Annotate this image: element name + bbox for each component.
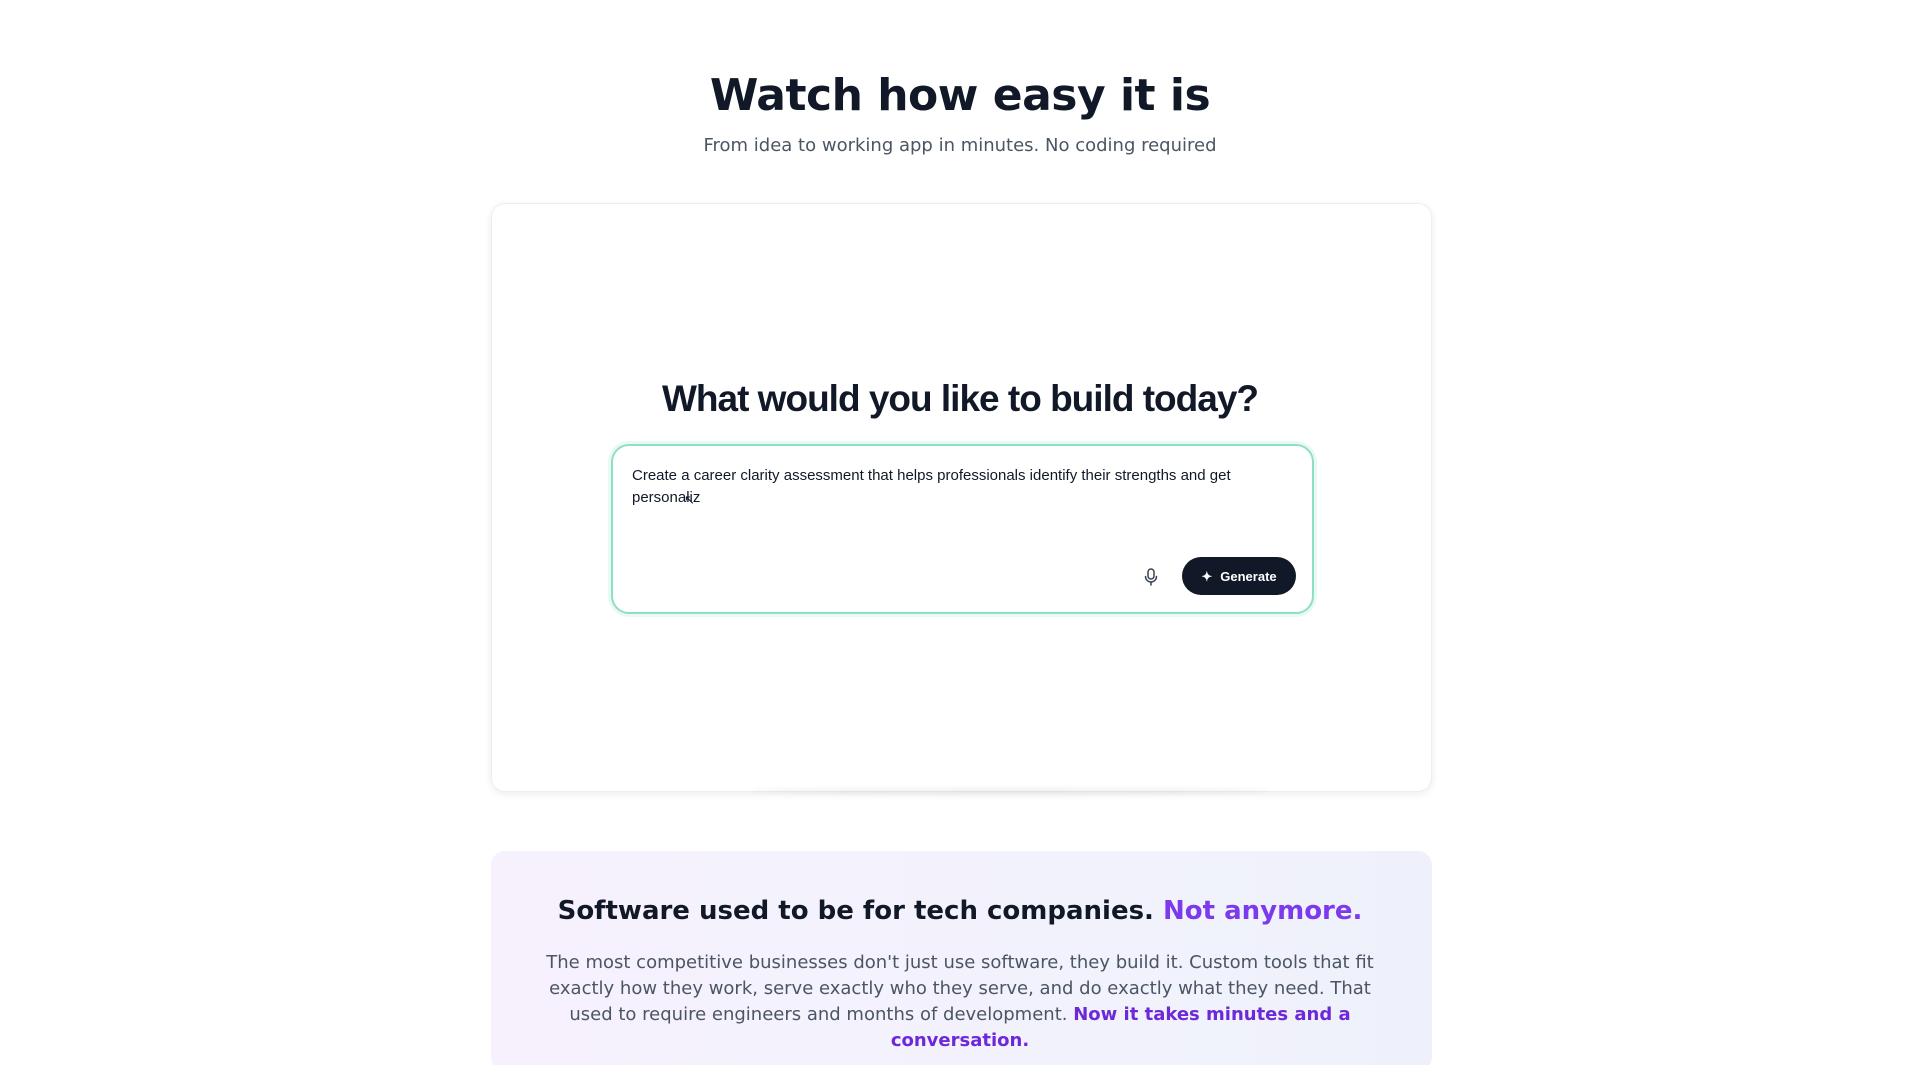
mission-body: The most competitive businesses don't ju… <box>530 950 1390 1054</box>
mission-title-main: Software used to be for tech companies. <box>557 896 1154 926</box>
section-subtitle: From idea to working app in minutes. No … <box>703 135 1217 156</box>
mouse-cursor-icon: ↖ <box>684 492 695 507</box>
build-heading: What would you like to build today? <box>661 378 1259 419</box>
generate-button[interactable]: ✦ Generate <box>1182 557 1296 595</box>
prompt-textarea[interactable]: Create a career clarity assessment that … <box>632 465 1272 509</box>
microphone-button[interactable] <box>1141 565 1161 589</box>
mission-title-accent: Not anymore. <box>1163 896 1363 926</box>
microphone-icon <box>1144 568 1158 586</box>
prompt-input-box[interactable]: Create a career clarity assessment that … <box>611 444 1314 614</box>
sparkle-icon: ✦ <box>1201 568 1213 584</box>
generate-button-label: Generate <box>1220 568 1277 584</box>
demo-card-shadow <box>750 788 1270 794</box>
mission-title: Software used to be for tech companies. … <box>0 896 1920 926</box>
section-title: Watch how easy it is <box>709 70 1211 121</box>
